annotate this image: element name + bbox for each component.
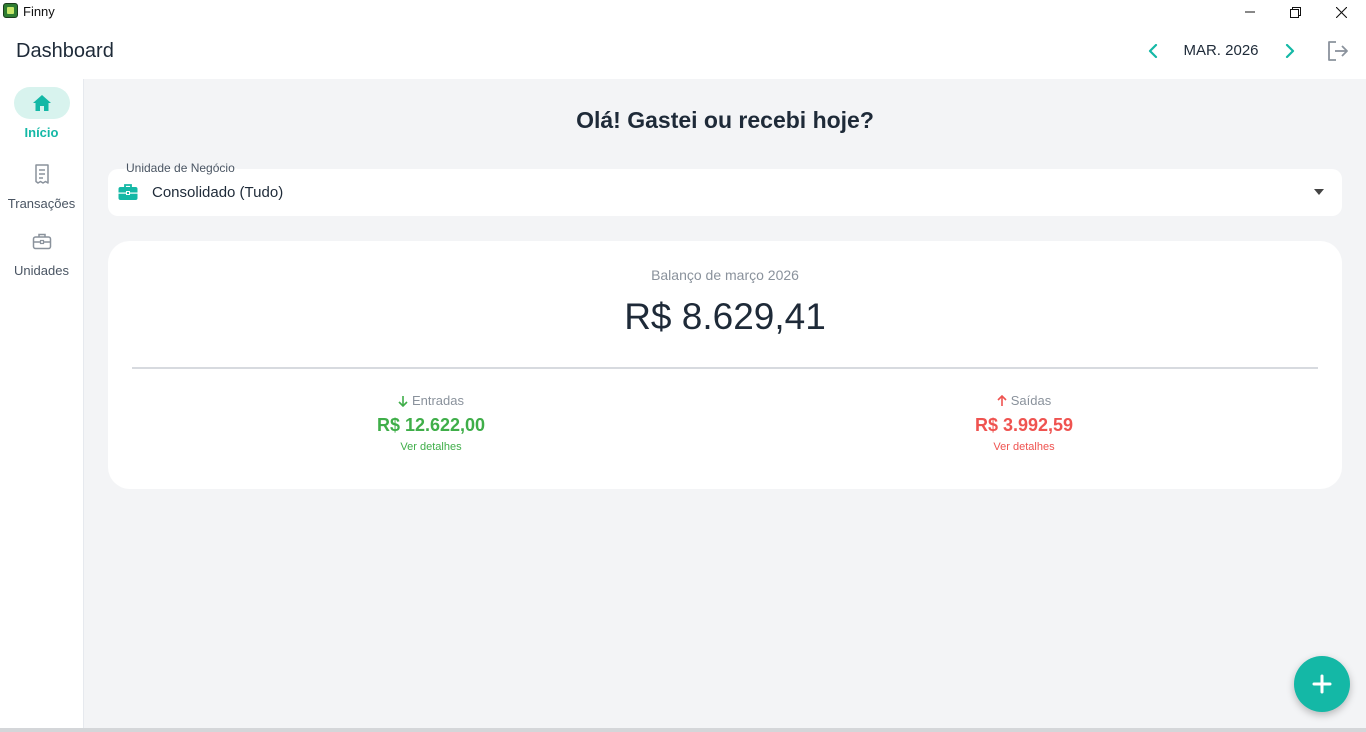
- arrow-down-icon: [398, 395, 408, 407]
- nav-indicator: [14, 225, 70, 257]
- divider: [132, 367, 1318, 369]
- window-title: Finny: [23, 4, 55, 19]
- main-content: Olá! Gastei ou recebi hoje? Consolidado …: [84, 79, 1366, 728]
- nav-indicator: [13, 87, 70, 119]
- current-month-label: MAR. 2026: [1183, 42, 1259, 59]
- app-header: Dashboard MAR. 2026: [0, 24, 1366, 79]
- business-unit-select[interactable]: Consolidado (Tudo): [108, 169, 1342, 216]
- previous-month-button[interactable]: [1141, 39, 1165, 63]
- window-titlebar: Finny: [0, 0, 1366, 24]
- home-icon: [32, 95, 51, 111]
- restore-button[interactable]: [1272, 0, 1318, 24]
- bottom-edge: [0, 728, 1366, 732]
- sidebar-item-unidades[interactable]: Unidades: [0, 225, 83, 278]
- page-title: Dashboard: [16, 40, 114, 62]
- expense-details-link[interactable]: Ver detalhes: [993, 441, 1054, 453]
- sidebar-nav: Início Transações Unidades: [0, 79, 84, 732]
- business-unit-label: Unidade de Negócio: [124, 161, 237, 175]
- next-month-button[interactable]: [1278, 39, 1302, 63]
- chevron-right-icon: [1285, 44, 1295, 58]
- sidebar-item-inicio[interactable]: Início: [0, 87, 83, 140]
- expense-header: Saídas: [874, 393, 1174, 408]
- nav-indicator: [14, 158, 70, 190]
- briefcase-icon: [118, 184, 138, 200]
- sidebar-item-label: Unidades: [14, 263, 69, 278]
- logout-button[interactable]: [1325, 38, 1351, 64]
- logout-icon: [1328, 41, 1348, 61]
- expense-label: Saídas: [1010, 393, 1052, 408]
- app-logo-icon: [3, 3, 18, 18]
- close-button[interactable]: [1318, 0, 1364, 24]
- sidebar-item-transacoes[interactable]: Transações: [0, 158, 83, 211]
- caret-down-icon: [1314, 189, 1324, 195]
- income-amount: R$ 12.622,00: [376, 415, 486, 435]
- income-header: Entradas: [281, 393, 581, 408]
- receipt-icon: [34, 164, 49, 184]
- plus-icon: [1312, 674, 1332, 694]
- income-label: Entradas: [411, 393, 465, 408]
- income-summary: Entradas R$ 12.622,00 Ver detalhes: [281, 393, 581, 455]
- close-icon: [1335, 6, 1347, 18]
- expense-summary: Saídas R$ 3.992,59 Ver detalhes: [874, 393, 1174, 455]
- briefcase-icon: [32, 233, 51, 250]
- greeting-heading: Olá! Gastei ou recebi hoje?: [576, 107, 874, 133]
- restore-icon: [1289, 6, 1301, 18]
- add-transaction-button[interactable]: [1294, 656, 1350, 712]
- business-unit-value: Consolidado (Tudo): [152, 184, 284, 201]
- minimize-icon: [1245, 11, 1255, 13]
- arrow-up-icon: [997, 394, 1007, 406]
- sidebar-item-label: Transações: [7, 196, 76, 211]
- sidebar-item-label: Início: [24, 125, 59, 140]
- balance-card: Balanço de março 2026 R$ 8.629,41 Entrad…: [108, 241, 1342, 489]
- income-details-link[interactable]: Ver detalhes: [400, 441, 461, 453]
- minimize-button[interactable]: [1227, 0, 1273, 24]
- expense-amount: R$ 3.992,59: [974, 415, 1074, 435]
- balance-caption: Balanço de março 2026: [651, 267, 799, 283]
- chevron-left-icon: [1148, 44, 1158, 58]
- balance-value: R$ 8.629,41: [624, 296, 826, 337]
